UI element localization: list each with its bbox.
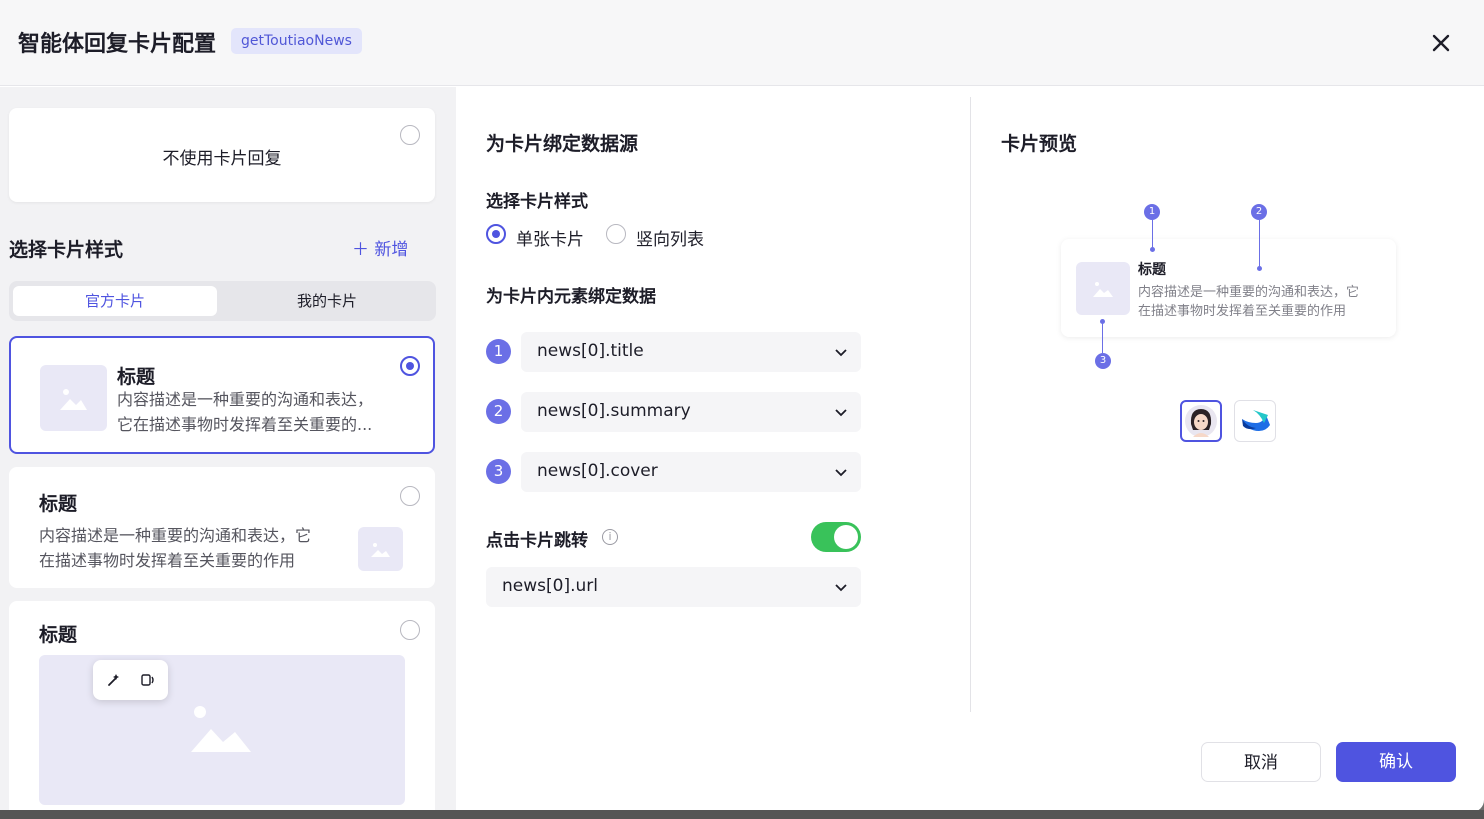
binding-number: 2 (486, 399, 511, 424)
chevron-down-icon (835, 469, 847, 477)
image-placeholder-icon (60, 389, 87, 410)
close-button[interactable] (1426, 28, 1456, 58)
style-option-single[interactable]: 单张卡片 (516, 225, 584, 250)
card-template-1[interactable]: 标题 内容描述是一种重要的沟通和表达， 它在描述事物时发挥着至关重要的... (9, 336, 435, 454)
pin-line (1102, 322, 1103, 353)
style-label: 选择卡片样式 (486, 192, 588, 212)
cancel-button[interactable]: 取消 (1201, 742, 1321, 782)
preview-desc-line: 内容描述是一种重要的沟通和表达，它 (1138, 285, 1360, 300)
info-icon[interactable]: i (602, 529, 618, 545)
section-title: 选择卡片样式 (9, 239, 124, 261)
dialog-title: 智能体回复卡片配置 (18, 32, 217, 57)
preview-title: 卡片预览 (1001, 133, 1078, 155)
preview-pin: 1 (1144, 204, 1160, 220)
style-radio-list[interactable] (606, 224, 626, 244)
card-template-3[interactable]: 标题 (9, 601, 435, 812)
card-radio[interactable] (400, 356, 420, 376)
card-thumbnail (358, 527, 403, 571)
card-thumbnail (40, 365, 107, 431)
avatar-option-person[interactable] (1180, 400, 1222, 442)
no-card-label: 不使用卡片回复 (162, 149, 282, 169)
pin-line (1152, 220, 1153, 249)
toggle-knob (834, 525, 858, 549)
column-divider (970, 97, 971, 712)
no-card-option[interactable]: 不使用卡片回复 (9, 108, 435, 202)
select-value: news[0].summary (537, 401, 691, 421)
select-value: news[0].title (537, 341, 644, 361)
jump-url-select[interactable]: news[0].url (486, 567, 861, 607)
preview-card-desc: 内容描述是一种重要的沟通和表达，它 在描述事物时发挥着至关重要的作用 (1138, 283, 1359, 321)
card-desc-line: 它在描述事物时发挥着至关重要的... (117, 415, 373, 434)
jump-label: 点击卡片跳转 (486, 531, 588, 551)
binding-number: 1 (486, 339, 511, 364)
card-radio[interactable] (400, 486, 420, 506)
pin-dot (1150, 247, 1155, 252)
jump-toggle[interactable] (811, 522, 861, 552)
dialog-header: 智能体回复卡片配置 getToutiaoNews (0, 0, 1484, 86)
speaker-icon[interactable] (140, 672, 156, 688)
card-desc: 内容描述是一种重要的沟通和表达， 它在描述事物时发挥着至关重要的... (117, 387, 373, 437)
binding-select-summary[interactable]: news[0].summary (521, 392, 861, 432)
chevron-down-icon (835, 584, 847, 592)
binding-select-cover[interactable]: news[0].cover (521, 452, 861, 492)
select-value: news[0].url (502, 576, 598, 596)
magic-wand-icon[interactable] (106, 672, 122, 688)
no-card-radio[interactable] (400, 125, 420, 145)
preview-pin: 3 (1095, 353, 1111, 369)
card-tabs: 官方卡片 我的卡片 (9, 281, 436, 321)
card-style-panel: 不使用卡片回复 选择卡片样式 ＋ 新增 官方卡片 我的卡片 标题 内容描述是一种… (0, 87, 456, 812)
tab-official[interactable]: 官方卡片 (13, 286, 217, 316)
card-title: 标题 (39, 493, 78, 515)
image-placeholder-icon (1093, 282, 1113, 297)
card-title: 标题 (39, 624, 78, 646)
confirm-button[interactable]: 确认 (1336, 742, 1456, 782)
pin-line (1259, 220, 1260, 268)
chevron-down-icon (835, 349, 847, 357)
chevron-down-icon (835, 409, 847, 417)
tab-mine[interactable]: 我的卡片 (225, 286, 429, 316)
add-card-button[interactable]: ＋ 新增 (352, 235, 408, 260)
card-config-dialog: 智能体回复卡片配置 getToutiaoNews 不使用卡片回复 选择卡片样式 … (0, 0, 1484, 812)
card-desc-line: 内容描述是一种重要的沟通和表达，它 (39, 526, 312, 545)
preview-desc-line: 在描述事物时发挥着至关重要的作用 (1138, 304, 1347, 319)
binding-title: 为卡片绑定数据源 (486, 133, 639, 155)
preview-thumbnail (1076, 262, 1130, 315)
image-placeholder-icon (371, 543, 390, 557)
card-desc-line: 内容描述是一种重要的沟通和表达， (117, 390, 374, 409)
card-radio[interactable] (400, 620, 420, 640)
card-desc: 内容描述是一种重要的沟通和表达，它 在描述事物时发挥着至关重要的作用 (39, 523, 311, 573)
style-option-list[interactable]: 竖向列表 (636, 225, 704, 250)
avatar-person-icon (1185, 405, 1217, 437)
close-icon (1432, 34, 1450, 52)
preview-card-title: 标题 (1138, 262, 1166, 278)
avatar-option-logo[interactable] (1234, 400, 1276, 442)
binding-number: 3 (486, 459, 511, 484)
app-logo-icon (1242, 410, 1270, 431)
card-title: 标题 (117, 366, 156, 388)
binding-select-title[interactable]: news[0].title (521, 332, 861, 372)
background-page-strip (0, 810, 1484, 819)
bind-label: 为卡片内元素绑定数据 (486, 287, 656, 307)
style-radio-single[interactable] (486, 224, 506, 244)
floating-toolbar (93, 660, 168, 700)
preview-pin: 2 (1251, 204, 1267, 220)
pin-dot (1257, 266, 1262, 271)
select-value: news[0].cover (537, 461, 658, 481)
function-tag: getToutiaoNews (231, 28, 362, 54)
card-desc-line: 在描述事物时发挥着至关重要的作用 (39, 551, 296, 570)
card-template-2[interactable]: 标题 内容描述是一种重要的沟通和表达，它 在描述事物时发挥着至关重要的作用 (9, 467, 435, 588)
